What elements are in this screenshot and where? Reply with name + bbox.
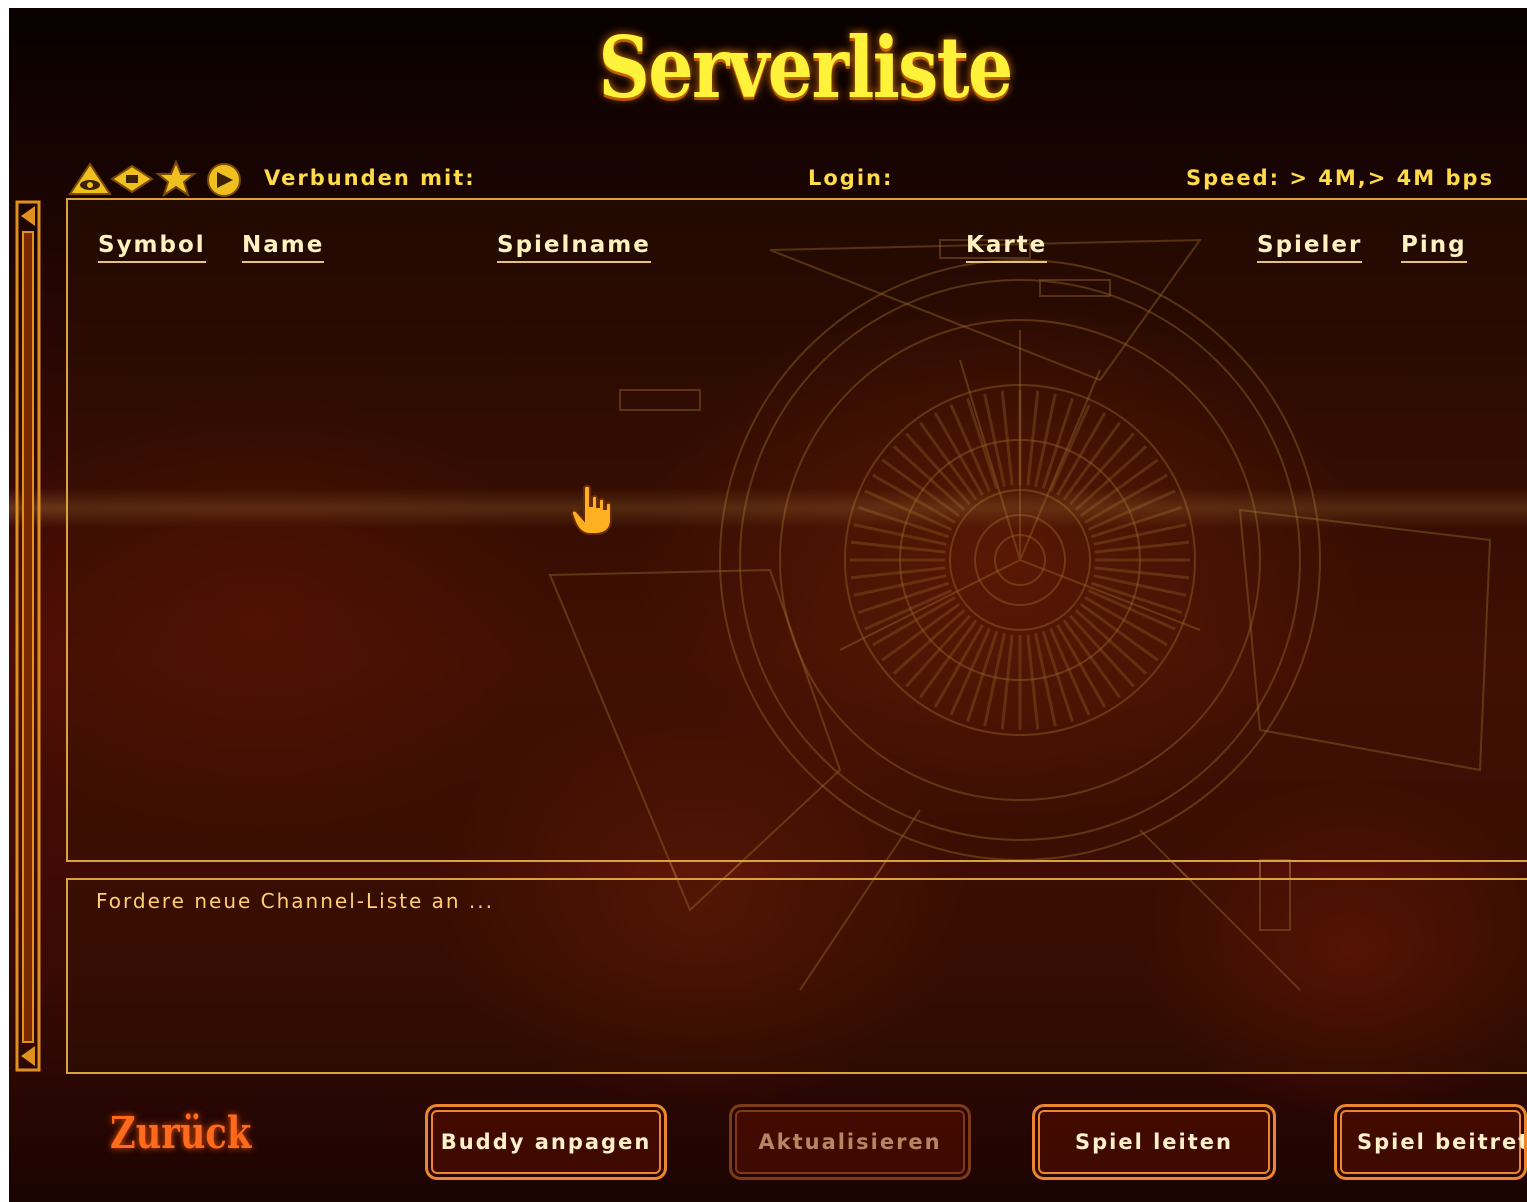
scroll-up-icon xyxy=(21,206,35,226)
login-label: Login: xyxy=(808,166,894,190)
arrow-circle-icon[interactable] xyxy=(207,163,241,197)
connected-label: Verbunden mit: xyxy=(264,166,476,190)
star-icon[interactable] xyxy=(155,160,197,198)
column-header-spieler[interactable]: Spieler xyxy=(1257,232,1363,263)
hand-cursor-icon xyxy=(570,484,612,535)
diamond-icon[interactable] xyxy=(110,164,154,194)
speed-label: Speed: > 4M,> 4M bps xyxy=(1186,166,1495,190)
scrollbar[interactable] xyxy=(15,200,41,1072)
column-header-ping[interactable]: Ping xyxy=(1401,232,1467,263)
back-button[interactable]: Zurück xyxy=(110,1108,251,1172)
column-header-name[interactable]: Name xyxy=(242,232,325,263)
column-header-symbol[interactable]: Symbol xyxy=(98,232,206,263)
log-line: Fordere neue Channel-Liste an ... xyxy=(96,889,494,913)
column-header-spielname[interactable]: Spielname xyxy=(497,232,651,263)
refresh-button[interactable]: Aktualisieren xyxy=(729,1104,971,1180)
server-list-panel[interactable] xyxy=(66,198,1527,862)
buddy-page-button[interactable]: Buddy anpagen xyxy=(425,1104,667,1180)
join-game-button[interactable]: Spiel beitreten xyxy=(1334,1104,1527,1180)
eye-triangle-icon[interactable] xyxy=(68,162,112,195)
page-title: Serverliste xyxy=(598,18,1013,117)
scroll-down-icon xyxy=(21,1046,35,1066)
filter-icons xyxy=(68,160,241,198)
column-header-karte[interactable]: Karte xyxy=(966,232,1048,263)
host-game-button[interactable]: Spiel leiten xyxy=(1032,1104,1276,1180)
screen: Serverliste Verbunden mit: Login: Speed:… xyxy=(0,0,1527,1202)
